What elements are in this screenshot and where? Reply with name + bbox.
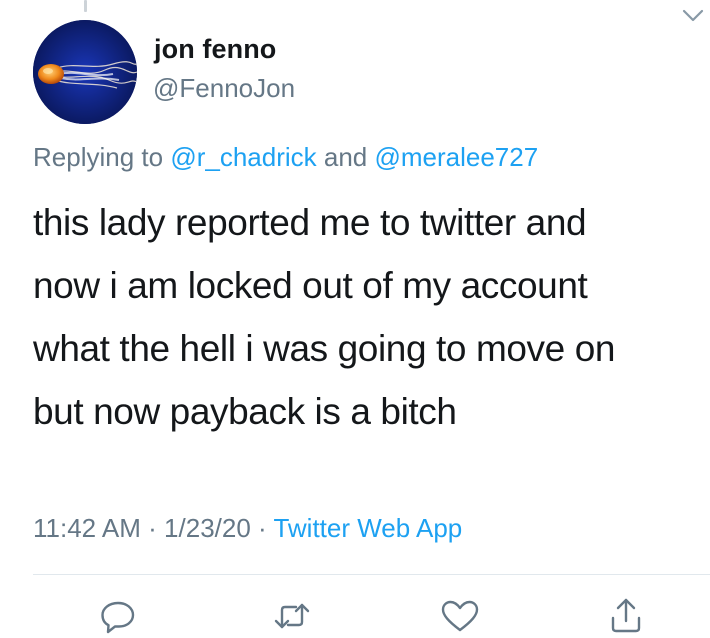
tweet-time: 11:42 AM — [33, 513, 141, 543]
meta-separator: · — [140, 513, 165, 543]
thread-connector-line — [84, 0, 87, 12]
author-handle[interactable]: @FennoJon — [153, 73, 295, 104]
tweet-text-line: now i am locked out of my account — [33, 265, 588, 306]
chevron-down-icon[interactable] — [680, 6, 706, 26]
tweet-text-line: what the hell i was going to move on — [33, 328, 616, 369]
retweet-icon[interactable] — [270, 596, 314, 636]
tweet-text-line: this lady reported me to twitter and — [33, 202, 587, 243]
avatar[interactable] — [33, 20, 137, 124]
replying-joiner: and — [316, 142, 375, 172]
tweet-text-line: but now payback is a bitch — [33, 391, 457, 432]
share-icon[interactable] — [604, 596, 648, 636]
heart-icon[interactable] — [438, 596, 482, 636]
tweet-text: this lady reported me to twitter and now… — [33, 191, 693, 443]
divider — [33, 574, 710, 575]
reply-icon[interactable] — [96, 596, 140, 636]
tweet-meta: 11:42 AM · 1/23/20 · Twitter Web App — [33, 513, 462, 544]
tweet-source-link[interactable]: Twitter Web App — [273, 513, 462, 543]
replying-to-line: Replying to @r_chadrick and @meralee727 — [33, 142, 538, 173]
jellyfish-avatar-image — [33, 20, 137, 124]
tweet-date: 1/23/20 — [164, 513, 251, 543]
replying-prefix: Replying to — [33, 142, 171, 172]
mention-link[interactable]: @meralee727 — [374, 142, 538, 172]
mention-link[interactable]: @r_chadrick — [170, 142, 316, 172]
meta-separator: · — [250, 513, 274, 543]
author-name[interactable]: jon fenno — [154, 34, 276, 65]
